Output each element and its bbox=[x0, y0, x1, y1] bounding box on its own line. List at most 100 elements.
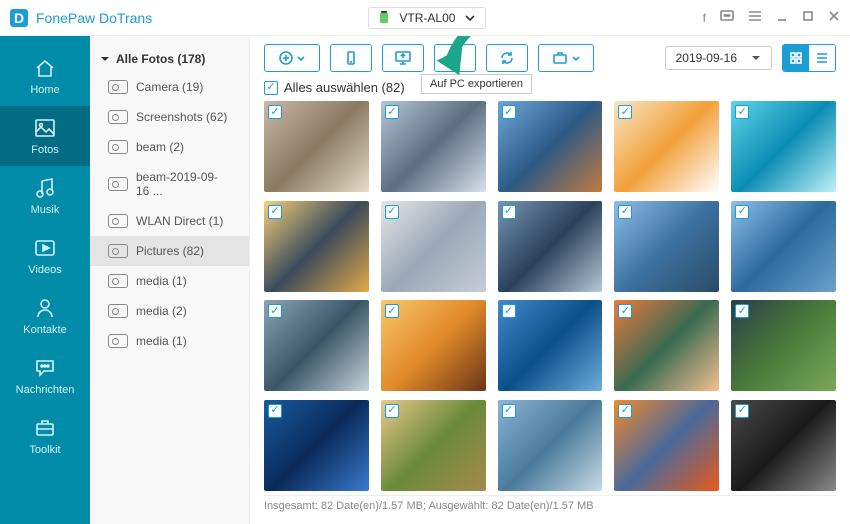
thumb-checkbox[interactable] bbox=[502, 404, 516, 418]
folder-icon bbox=[108, 177, 128, 191]
sidebar-folder[interactable]: Screenshots (62) bbox=[90, 102, 249, 132]
export-to-pc-button[interactable] bbox=[382, 44, 424, 72]
video-icon bbox=[33, 236, 57, 260]
sidebar-folder[interactable]: Camera (19) bbox=[90, 72, 249, 102]
toolbar: Auf PC exportieren 2019-09-16 bbox=[264, 44, 836, 72]
app-logo: D FonePaw DoTrans bbox=[10, 9, 152, 27]
nav-item-kontakte[interactable]: Kontakte bbox=[0, 286, 90, 346]
photo-grid bbox=[264, 101, 836, 491]
thumb-checkbox[interactable] bbox=[618, 105, 632, 119]
app-title: FonePaw DoTrans bbox=[36, 10, 152, 26]
photo-thumb[interactable] bbox=[498, 300, 603, 391]
thumb-checkbox[interactable] bbox=[502, 205, 516, 219]
chevron-down-icon bbox=[297, 56, 305, 61]
thumb-checkbox[interactable] bbox=[735, 304, 749, 318]
photo-thumb[interactable] bbox=[731, 101, 836, 192]
home-icon bbox=[33, 56, 57, 80]
thumb-checkbox[interactable] bbox=[502, 304, 516, 318]
select-all[interactable]: Alles auswählen (82) bbox=[264, 80, 836, 95]
list-view-button[interactable] bbox=[809, 45, 835, 71]
grid-view-button[interactable] bbox=[783, 45, 809, 71]
device-name: VTR-AL00 bbox=[399, 11, 455, 25]
briefcase-icon bbox=[552, 51, 568, 65]
thumb-checkbox[interactable] bbox=[385, 404, 399, 418]
music-icon bbox=[33, 176, 57, 200]
photo-thumb[interactable] bbox=[614, 201, 719, 292]
thumb-checkbox[interactable] bbox=[268, 205, 282, 219]
feedback-icon[interactable] bbox=[720, 10, 734, 25]
triangle-down-icon bbox=[100, 54, 110, 64]
photo-thumb[interactable] bbox=[264, 400, 369, 491]
close-button[interactable] bbox=[828, 10, 840, 25]
thumb-checkbox[interactable] bbox=[268, 304, 282, 318]
logo-icon: D bbox=[10, 9, 28, 27]
photo-thumb[interactable] bbox=[614, 300, 719, 391]
photo-thumb[interactable] bbox=[381, 300, 486, 391]
facebook-icon[interactable]: f bbox=[703, 11, 706, 25]
header: D FonePaw DoTrans VTR-AL00 f bbox=[0, 0, 850, 36]
sidebar-folder[interactable]: Pictures (82) bbox=[90, 236, 249, 266]
photo-thumb[interactable] bbox=[264, 300, 369, 391]
sidebar-folder[interactable]: beam-2019-09-16 ... bbox=[90, 162, 249, 206]
thumb-checkbox[interactable] bbox=[268, 105, 282, 119]
photo-thumb[interactable] bbox=[381, 201, 486, 292]
thumb-checkbox[interactable] bbox=[385, 205, 399, 219]
folder-icon bbox=[108, 334, 128, 348]
contact-icon bbox=[33, 296, 57, 320]
thumb-checkbox[interactable] bbox=[385, 304, 399, 318]
photo-thumb[interactable] bbox=[264, 201, 369, 292]
photo-thumb[interactable] bbox=[381, 400, 486, 491]
content-area: Auf PC exportieren 2019-09-16 Alles ausw… bbox=[250, 36, 850, 524]
thumb-checkbox[interactable] bbox=[735, 105, 749, 119]
nav-item-videos[interactable]: Videos bbox=[0, 226, 90, 286]
photo-thumb[interactable] bbox=[731, 300, 836, 391]
sidebar-folder[interactable]: media (1) bbox=[90, 266, 249, 296]
sidebar-header[interactable]: Alle Fotos (178) bbox=[90, 46, 249, 72]
photo-thumb[interactable] bbox=[381, 101, 486, 192]
nav-item-fotos[interactable]: Fotos bbox=[0, 106, 90, 166]
nav-item-nachrichten[interactable]: Nachrichten bbox=[0, 346, 90, 406]
date-filter[interactable]: 2019-09-16 bbox=[665, 46, 772, 70]
sidebar-folder[interactable]: media (2) bbox=[90, 296, 249, 326]
folder-sidebar: Alle Fotos (178) Camera (19)Screenshots … bbox=[90, 36, 250, 524]
minimize-button[interactable] bbox=[776, 10, 788, 25]
nav-item-home[interactable]: Home bbox=[0, 46, 90, 106]
folder-icon bbox=[108, 244, 128, 258]
folder-button[interactable] bbox=[538, 44, 594, 72]
window-controls: f bbox=[703, 10, 840, 25]
photo-thumb[interactable] bbox=[614, 101, 719, 192]
photo-thumb[interactable] bbox=[264, 101, 369, 192]
sidebar-folder[interactable]: beam (2) bbox=[90, 132, 249, 162]
folder-icon bbox=[108, 140, 128, 154]
briefcase-icon bbox=[33, 416, 57, 440]
sidebar-folder[interactable]: WLAN Direct (1) bbox=[90, 206, 249, 236]
photo-thumb[interactable] bbox=[614, 400, 719, 491]
add-button[interactable] bbox=[264, 44, 320, 72]
thumb-checkbox[interactable] bbox=[385, 105, 399, 119]
menu-icon[interactable] bbox=[748, 10, 762, 25]
sidebar-folder[interactable]: media (1) bbox=[90, 326, 249, 356]
triangle-down-icon bbox=[751, 55, 761, 61]
folder-icon bbox=[108, 214, 128, 228]
thumb-checkbox[interactable] bbox=[735, 205, 749, 219]
view-toggle bbox=[782, 44, 836, 72]
export-to-device-button[interactable] bbox=[330, 44, 372, 72]
thumb-checkbox[interactable] bbox=[268, 404, 282, 418]
photo-thumb[interactable] bbox=[731, 400, 836, 491]
photo-thumb[interactable] bbox=[498, 201, 603, 292]
device-selector[interactable]: VTR-AL00 bbox=[368, 7, 486, 29]
maximize-button[interactable] bbox=[802, 10, 814, 25]
photo-thumb[interactable] bbox=[731, 201, 836, 292]
select-all-checkbox[interactable] bbox=[264, 81, 278, 95]
thumb-checkbox[interactable] bbox=[618, 304, 632, 318]
thumb-checkbox[interactable] bbox=[502, 105, 516, 119]
nav-item-musik[interactable]: Musik bbox=[0, 166, 90, 226]
nav-item-toolkit[interactable]: Toolkit bbox=[0, 406, 90, 466]
photo-thumb[interactable] bbox=[498, 400, 603, 491]
thumb-checkbox[interactable] bbox=[618, 205, 632, 219]
photo-thumb[interactable] bbox=[498, 101, 603, 192]
thumb-checkbox[interactable] bbox=[618, 404, 632, 418]
thumb-checkbox[interactable] bbox=[735, 404, 749, 418]
android-icon bbox=[379, 11, 389, 25]
sidebar-nav: HomeFotosMusikVideosKontakteNachrichtenT… bbox=[0, 36, 90, 524]
